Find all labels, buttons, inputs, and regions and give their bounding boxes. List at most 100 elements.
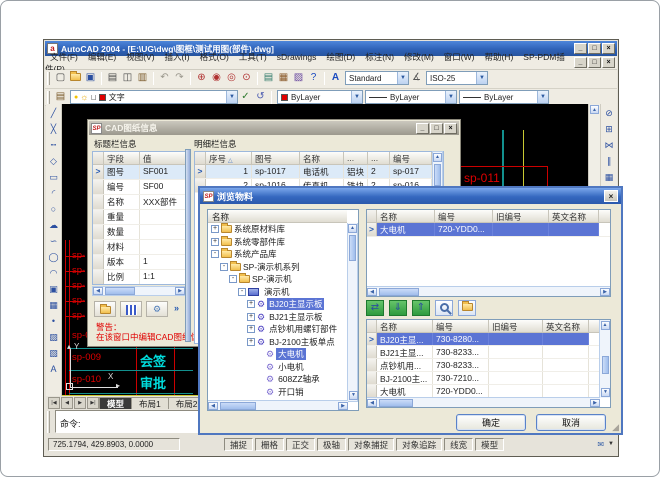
color-control-combo[interactable]: ByLayer▼ xyxy=(277,90,363,104)
column-header[interactable]: 图号 xyxy=(252,152,300,164)
scrollbar-thumb[interactable] xyxy=(602,356,609,374)
erase-icon[interactable]: ⊘ xyxy=(602,106,616,120)
offset-icon[interactable]: ∥ xyxy=(602,154,616,168)
table-row[interactable]: >图号SF001 xyxy=(93,165,185,180)
menu-item[interactable]: sDrawings xyxy=(272,52,322,62)
toolpalettes-icon[interactable]: ▨ xyxy=(291,71,306,86)
rectangle-icon[interactable]: ▭ xyxy=(47,170,61,184)
move-up-icon[interactable]: ⇑ xyxy=(412,300,430,316)
barcode-icon[interactable] xyxy=(120,301,142,317)
menu-item[interactable]: 标注(N) xyxy=(360,52,399,62)
ellipse-arc-icon[interactable]: ◠ xyxy=(47,266,61,280)
table-row[interactable]: 点钞机用...730-8233... xyxy=(367,359,610,372)
expand-icon[interactable]: + xyxy=(247,313,255,321)
circle-icon[interactable]: ○ xyxy=(47,202,61,216)
close-button[interactable]: × xyxy=(604,190,618,202)
layer-manager-icon[interactable]: ▤ xyxy=(53,90,68,105)
coordinate-readout[interactable]: 725.1794, 429.8903, 0.0000 xyxy=(48,438,180,451)
column-header[interactable]: ... xyxy=(344,152,368,164)
tree-item[interactable]: -SP-演示机 xyxy=(208,273,347,286)
transfer-icon[interactable]: ⇄ xyxy=(366,300,384,316)
maximize-button[interactable]: □ xyxy=(588,43,601,54)
zoom-window-icon[interactable]: ◎ xyxy=(224,71,239,86)
menu-item[interactable]: 格式(O) xyxy=(195,52,234,62)
open-folder-icon[interactable] xyxy=(94,301,116,317)
minimize-button[interactable]: _ xyxy=(416,123,429,134)
tree-item[interactable]: +系统零部件库 xyxy=(208,236,347,249)
search-icon[interactable] xyxy=(435,300,453,316)
status-toggle-对象捕捉[interactable]: 对象捕捉 xyxy=(348,438,394,451)
menu-item[interactable]: 插入(I) xyxy=(160,52,195,62)
scroll-up-icon[interactable]: ▲ xyxy=(590,105,599,114)
tree-item[interactable]: -SP-演示机系列 xyxy=(208,261,347,274)
new-icon[interactable]: ▢ xyxy=(53,71,68,86)
table-row[interactable]: >大电机720-YDD0... xyxy=(367,223,610,237)
pan-icon[interactable]: ⊕ xyxy=(194,71,209,86)
tree-item[interactable]: +⚙点钞机用螺钉部件 xyxy=(208,323,347,336)
tree-item[interactable]: +⚙BJ21主显示板 xyxy=(208,311,347,324)
menu-item[interactable]: 绘图(D) xyxy=(321,52,360,62)
expand-icon[interactable]: + xyxy=(247,338,255,346)
tree-column-header[interactable]: 名称 xyxy=(208,210,347,223)
scroll-up-icon[interactable]: ▲ xyxy=(433,153,442,162)
linetype-control-combo[interactable]: ByLayer▼ xyxy=(365,90,457,104)
publish-icon[interactable]: ▥ xyxy=(135,71,150,86)
minimize-button[interactable]: _ xyxy=(574,43,587,54)
lineweight-control-combo[interactable]: ByLayer▼ xyxy=(459,90,549,104)
status-toggle-模型[interactable]: 模型 xyxy=(475,438,504,451)
tree-item[interactable]: +系统原材料库 xyxy=(208,223,347,236)
scroll-up-icon[interactable]: ▲ xyxy=(348,224,357,233)
plot-icon[interactable]: ▤ xyxy=(105,71,120,86)
table-row[interactable]: 版本1 xyxy=(93,255,185,270)
table-row[interactable]: BJ21主显...730-8233... xyxy=(367,346,610,359)
column-header[interactable]: 编号 xyxy=(435,210,493,222)
chevron-down-icon[interactable]: ▼ xyxy=(476,72,487,84)
column-header[interactable]: 英文名称 xyxy=(543,320,589,332)
ellipse-icon[interactable]: ◯ xyxy=(47,250,61,264)
tab-nav-button[interactable]: ▶| xyxy=(87,397,99,409)
scrollbar-thumb[interactable] xyxy=(434,164,441,186)
status-toggle-线宽[interactable]: 线宽 xyxy=(444,438,473,451)
maximize-button[interactable]: □ xyxy=(430,123,443,134)
text-style-combo[interactable]: Standard▼ xyxy=(345,71,409,85)
scrollbar-thumb[interactable] xyxy=(349,235,356,261)
polygon-icon[interactable]: ◇ xyxy=(47,154,61,168)
horizontal-scrollbar[interactable]: ◀▶ xyxy=(367,286,610,296)
collapse-icon[interactable]: - xyxy=(229,275,237,283)
mtext-icon[interactable]: A xyxy=(47,362,61,376)
tree-horizontal-scrollbar[interactable]: ◀▶ xyxy=(208,400,348,410)
selected-material-panel[interactable]: 名称编号旧编号英文名称>大电机720-YDD0... ◀▶ xyxy=(366,209,611,297)
communication-center-icon[interactable]: ✉ xyxy=(597,440,604,449)
collapse-icon[interactable]: - xyxy=(220,263,228,271)
vertical-scrollbar[interactable]: ▲ ▼ xyxy=(599,320,610,398)
scroll-left-icon[interactable]: ◀ xyxy=(208,402,218,410)
status-toggle-极轴[interactable]: 极轴 xyxy=(317,438,346,451)
tab-nav-button[interactable]: ◀ xyxy=(61,397,73,409)
collapse-icon[interactable]: - xyxy=(238,288,246,296)
scrollbar-thumb[interactable] xyxy=(379,399,413,407)
zoom-previous-icon[interactable]: ⊙ xyxy=(239,71,254,86)
tab-nav-button[interactable]: |◀ xyxy=(48,397,60,409)
column-header[interactable]: 英文名称 xyxy=(549,210,599,222)
region-icon[interactable]: ▧ xyxy=(47,346,61,360)
table-row[interactable]: 数量 xyxy=(93,225,185,240)
scroll-left-icon[interactable]: ◀ xyxy=(367,288,377,296)
open-folder-icon[interactable] xyxy=(458,300,476,316)
tree-item[interactable]: ⚙608ZZ轴承 xyxy=(208,373,347,386)
scrollbar-thumb[interactable] xyxy=(105,287,135,295)
tree-item[interactable]: ⚙开口销 xyxy=(208,386,347,399)
settings-gear-icon[interactable]: ⚙ xyxy=(146,301,168,317)
ok-button[interactable]: 确定 xyxy=(456,414,526,431)
expand-icon[interactable]: + xyxy=(247,325,255,333)
spline-icon[interactable]: ∽ xyxy=(47,234,61,248)
column-header[interactable]: 值 xyxy=(140,152,186,164)
mdi-close-button[interactable]: × xyxy=(602,57,615,68)
redo-icon[interactable]: ↷ xyxy=(172,71,187,86)
panel-splitter[interactable] xyxy=(185,149,191,342)
material-list-panel[interactable]: 名称编号旧编号英文名称>BJ20主显...730-8280...BJ21主显..… xyxy=(366,319,611,408)
scroll-right-icon[interactable]: ▶ xyxy=(175,287,185,295)
tree-item[interactable]: +⚙BJ20主显示板 xyxy=(208,298,347,311)
titleblock-table[interactable]: 字段值>图号SF001编号SF00名称XXX部件重量数量材料版本1比例1:1 xyxy=(92,151,186,285)
toolbar-grip[interactable] xyxy=(47,72,50,85)
help-icon[interactable]: ? xyxy=(306,71,321,86)
